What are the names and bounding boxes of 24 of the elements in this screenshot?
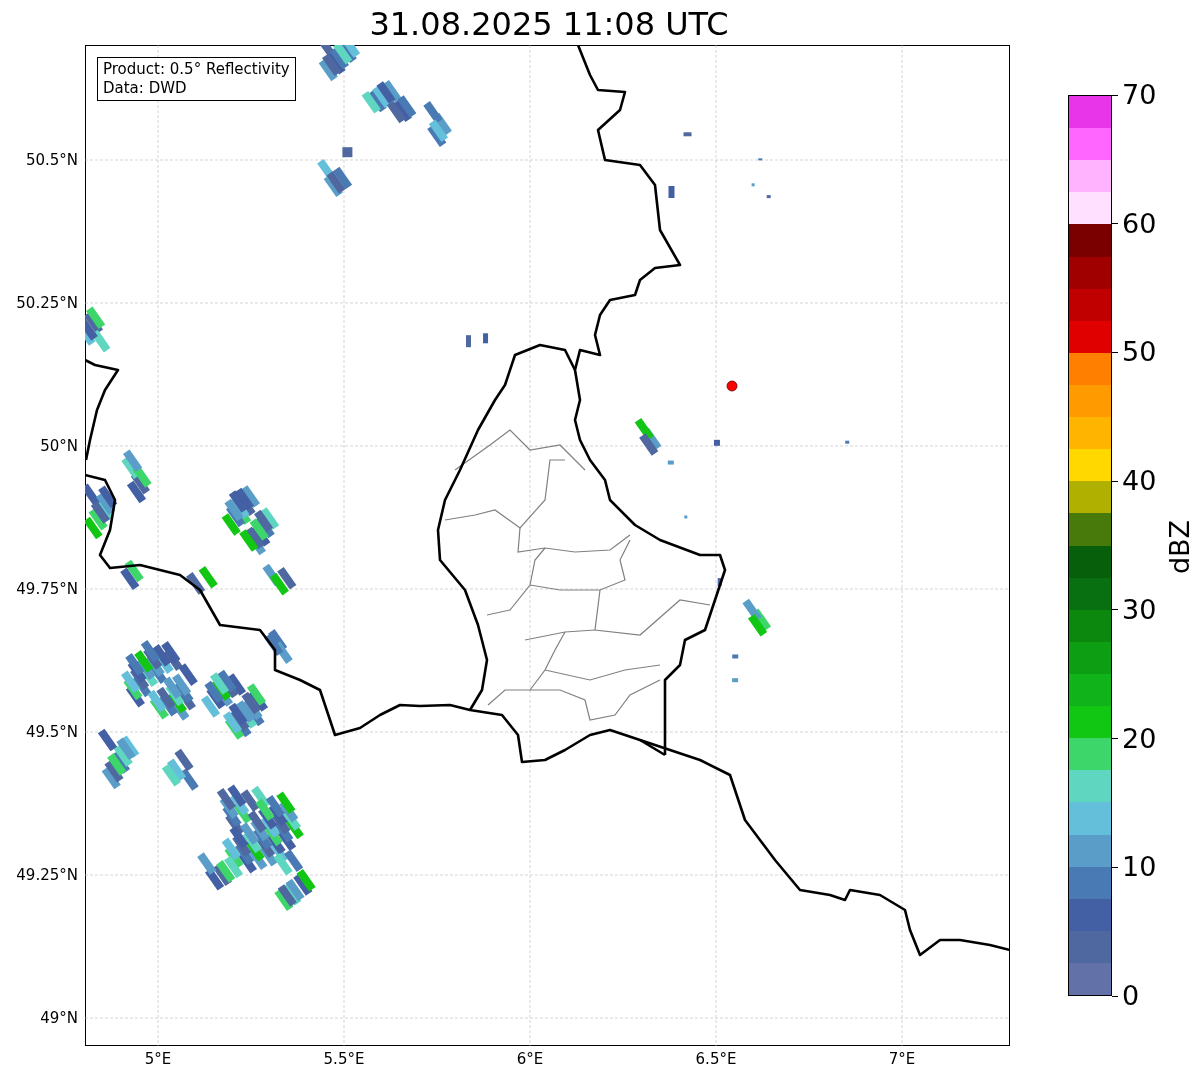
latitude-label: 49.25°N (15, 866, 78, 884)
latitude-label: 50.5°N (24, 151, 78, 169)
colorbar-tick-label: 20 (1122, 722, 1157, 755)
chart-title: 31.08.2025 11:08 UTC (368, 4, 730, 44)
colorbar-tick-label: 40 (1122, 465, 1157, 498)
longitude-label: 5°E (143, 1050, 173, 1068)
latitude-label: 50°N (39, 437, 78, 455)
longitude-label: 5.5°E (322, 1050, 366, 1068)
info-box: Product: 0.5° Reflectivity Data: DWD (97, 57, 296, 101)
colorbar-label: dBZ (1164, 519, 1196, 575)
colorbar-tick-label: 60 (1122, 207, 1157, 240)
latitude-label: 49°N (39, 1009, 78, 1027)
colorbar-tick-label: 0 (1122, 980, 1140, 1012)
latitude-label: 50.25°N (15, 294, 78, 312)
longitude-label: 7°E (887, 1050, 917, 1068)
latitude-label: 49.75°N (15, 580, 78, 598)
location-marker (726, 380, 738, 392)
colorbar-tick-label: 10 (1122, 851, 1157, 884)
colorbar-tick-label: 70 (1122, 79, 1157, 111)
colorbar-tick-label: 30 (1122, 593, 1157, 626)
latitude-label: 49.5°N (24, 723, 78, 741)
colorbar-tick-label: 50 (1122, 336, 1157, 369)
longitude-label: 6°E (515, 1050, 545, 1068)
longitude-label: 6.5°E (694, 1050, 738, 1068)
